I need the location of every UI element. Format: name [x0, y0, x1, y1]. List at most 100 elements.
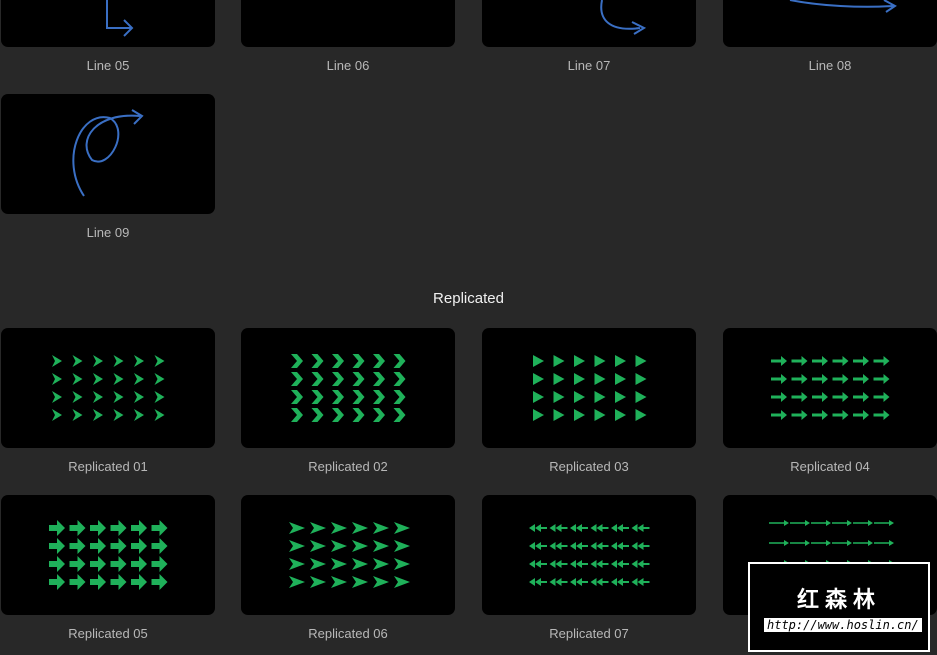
arrow-glyph [873, 410, 890, 420]
block-arrow-glyph [110, 574, 127, 590]
dart-glyph [331, 522, 347, 534]
dart-glyph [352, 558, 368, 570]
line-template-card[interactable] [723, 0, 937, 47]
arrow-glyph [791, 410, 808, 420]
chevron-bold-glyph [352, 408, 365, 422]
line-template-card[interactable] [1, 0, 215, 47]
block-arrow-glyph [49, 520, 65, 536]
line-template-card[interactable] [482, 0, 696, 47]
triangle-glyph [594, 373, 606, 385]
chevron-bold-glyph [373, 372, 385, 386]
chevron-bold-glyph [332, 390, 344, 404]
arrow-glyph [873, 356, 890, 366]
double-arrow-glyph [611, 542, 629, 550]
double-arrow-glyph [570, 560, 588, 568]
replicated-template-card[interactable] [241, 495, 455, 615]
chevron-bold-glyph [291, 408, 303, 422]
chevron-thin-glyph [52, 373, 62, 385]
watermark-url: http://www.hoslin.cn/ [764, 618, 922, 632]
block-arrow-glyph [69, 556, 86, 572]
dart-glyph [394, 540, 410, 552]
block-arrow-glyph [90, 538, 106, 554]
arrow-glyph [832, 410, 849, 420]
dart-glyph [310, 576, 326, 588]
double-arrow-glyph [631, 524, 650, 532]
double-arrow-glyph [549, 524, 568, 532]
block-arrow-glyph [151, 520, 168, 536]
thumbnail-preview [49, 520, 168, 590]
thumbnail-preview [529, 524, 650, 586]
chevron-bold-glyph [352, 372, 365, 386]
replicated-template-card[interactable] [482, 328, 696, 448]
dart-glyph [394, 576, 410, 588]
replicated-template-card[interactable] [723, 328, 937, 448]
arrow-glyph [832, 392, 849, 402]
triangle-glyph [635, 391, 647, 403]
chevron-thin-glyph [72, 355, 83, 367]
dart-glyph [373, 576, 389, 588]
template-label: Line 06 [326, 58, 370, 73]
block-arrow-glyph [151, 574, 168, 590]
triangle-glyph [615, 409, 626, 421]
block-arrow-glyph [90, 556, 106, 572]
double-arrow-glyph [590, 578, 609, 586]
block-arrow-glyph [69, 520, 86, 536]
block-arrow-glyph [131, 538, 147, 554]
replicated-template-card[interactable] [1, 495, 215, 615]
replicated-template-card[interactable] [1, 328, 215, 448]
chevron-bold-glyph [332, 354, 344, 368]
thumbnail-preview [789, 0, 897, 13]
chevron-bold-glyph [373, 408, 385, 422]
dart-glyph [289, 558, 305, 570]
watermark: 红森林 http://www.hoslin.cn/ [748, 562, 930, 652]
chevron-thin-glyph [52, 409, 62, 421]
long-arrow-glyph [853, 540, 873, 546]
thumbnail-preview [289, 522, 410, 588]
double-arrow-glyph [590, 542, 609, 550]
line-stroke [600, 0, 647, 35]
block-arrow-glyph [131, 574, 147, 590]
thumbnail-preview [72, 109, 144, 197]
double-arrow-glyph [631, 542, 650, 550]
block-arrow-glyph [110, 520, 127, 536]
line-template-card[interactable] [1, 94, 215, 214]
block-arrow-glyph [151, 538, 168, 554]
chevron-thin-glyph [52, 391, 62, 403]
double-arrow-glyph [611, 524, 629, 532]
replicated-template-card[interactable] [241, 328, 455, 448]
double-arrow-glyph [611, 560, 629, 568]
chevron-thin-glyph [93, 355, 103, 367]
arrow-glyph [853, 392, 869, 402]
dart-glyph [352, 576, 368, 588]
line-stroke [789, 0, 897, 13]
long-arrow-glyph [832, 540, 852, 546]
arrow-glyph [791, 356, 808, 366]
triangle-glyph [594, 409, 606, 421]
double-arrow-glyph [590, 524, 609, 532]
chevron-thin-glyph [52, 355, 62, 367]
long-arrow-glyph [874, 540, 894, 546]
long-arrow-glyph [874, 520, 894, 526]
chevron-thin-glyph [154, 391, 165, 403]
template-label: Replicated 04 [790, 459, 870, 474]
chevron-thin-glyph [154, 409, 165, 421]
arrow-glyph [853, 410, 869, 420]
chevron-bold-glyph [291, 390, 303, 404]
chevron-thin-glyph [72, 391, 83, 403]
chevron-thin-glyph [113, 391, 124, 403]
triangle-glyph [553, 409, 565, 421]
arrow-glyph [853, 374, 869, 384]
block-arrow-glyph [49, 556, 65, 572]
arrow-glyph [791, 374, 808, 384]
triangle-glyph [615, 373, 626, 385]
replicated-template-card[interactable] [482, 495, 696, 615]
arrow-glyph [791, 392, 808, 402]
long-arrow-glyph [853, 520, 873, 526]
triangle-glyph [574, 391, 585, 403]
dart-glyph [352, 522, 368, 534]
line-template-card[interactable] [241, 0, 455, 47]
chevron-thin-glyph [93, 409, 103, 421]
triangle-glyph [533, 409, 544, 421]
chevron-thin-glyph [134, 355, 144, 367]
chevron-bold-glyph [332, 372, 344, 386]
